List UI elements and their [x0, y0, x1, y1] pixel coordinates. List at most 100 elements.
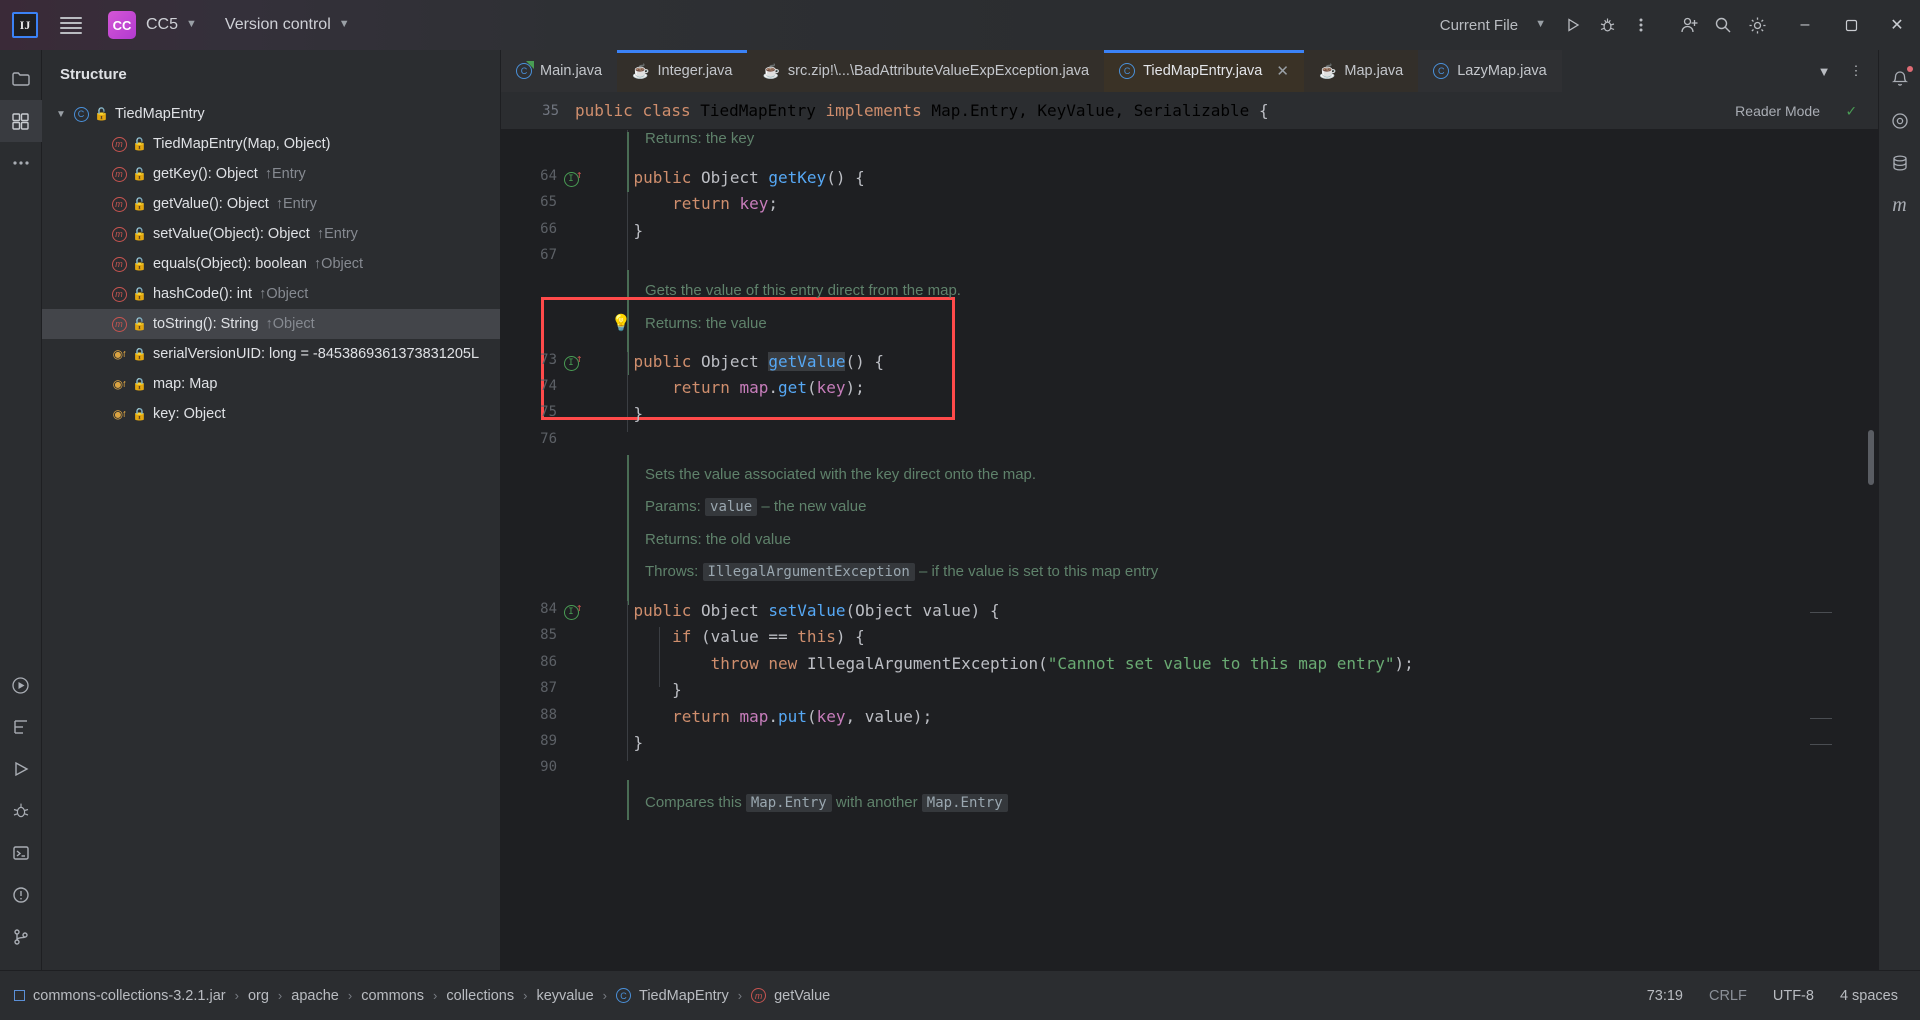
checkmark-icon[interactable]: ✓: [1846, 101, 1856, 120]
project-tool-icon[interactable]: [0, 58, 42, 100]
breadcrumb-item-0[interactable]: commons-collections-3.2.1.jar: [14, 988, 226, 1004]
database-icon[interactable]: [1879, 142, 1920, 184]
run-gutter-icon[interactable]: I ↑: [561, 601, 583, 621]
structure-outline-icon[interactable]: [0, 706, 42, 748]
lightbulb-intention-icon[interactable]: 💡: [611, 313, 631, 332]
javadoc-line: Compares this Map.Entry with another Map…: [645, 794, 1008, 812]
editor-tab-3[interactable]: C TiedMapEntry.java ✕: [1104, 50, 1304, 92]
structure-item-2[interactable]: m 🔓 getKey(): Object ↑Entry: [42, 159, 500, 189]
code-line: return map.put(key, value);: [672, 707, 933, 726]
code-line: }: [595, 733, 644, 752]
breadcrumb-separator: ›: [347, 988, 353, 1003]
sticky-code-text: public class TiedMapEntry implements Map…: [575, 101, 1269, 120]
method-icon: m: [108, 166, 130, 182]
structure-item-override: ↑Object: [265, 316, 315, 332]
sticky-line-number: 35: [542, 102, 559, 119]
settings-gear-icon[interactable]: [1740, 8, 1774, 42]
editor-tab-5[interactable]: C LazyMap.java: [1418, 50, 1562, 92]
method-icon: m: [108, 286, 130, 302]
breadcrumb-item-6[interactable]: C TiedMapEntry: [616, 988, 729, 1004]
breadcrumb-item-2[interactable]: apache: [291, 988, 339, 1004]
project-chevron-down-icon[interactable]: ▼: [186, 18, 197, 30]
more-tools-icon[interactable]: [0, 142, 42, 184]
editor-tab-0[interactable]: C Main.java: [501, 50, 618, 92]
structure-item-label: TiedMapEntry(Map, Object): [152, 136, 331, 152]
structure-item-10[interactable]: ◉ f 🔒 key: Object: [42, 399, 500, 429]
run-icon[interactable]: [1556, 8, 1590, 42]
line-number: 90: [540, 759, 557, 775]
more-vertical-icon[interactable]: ⋮: [1842, 57, 1870, 85]
breadcrumb-item-3[interactable]: commons: [361, 988, 424, 1004]
structure-item-0[interactable]: ▼ C 🔓 TiedMapEntry: [42, 99, 500, 129]
maximize-button[interactable]: [1828, 0, 1874, 50]
field-icon: ◉ f: [112, 347, 126, 361]
project-badge: CC: [108, 11, 136, 39]
more-vertical-icon[interactable]: [1624, 8, 1658, 42]
project-name-label[interactable]: CC5: [146, 16, 178, 34]
structure-item-3[interactable]: m 🔓 getValue(): Object ↑Entry: [42, 189, 500, 219]
account-add-icon[interactable]: [1672, 8, 1706, 42]
run-gutter-icon[interactable]: I ↑: [561, 168, 583, 188]
javadoc-code-token: Map.Entry: [745, 794, 832, 812]
line-number: 66: [540, 221, 557, 237]
close-button[interactable]: ✕: [1874, 0, 1920, 50]
run-config-chevron-down-icon[interactable]: ▼: [1535, 18, 1546, 30]
code-line: }: [595, 404, 644, 423]
structure-item-7[interactable]: m 🔓 toString(): String ↑Object: [42, 309, 500, 339]
file-encoding[interactable]: UTF-8: [1773, 988, 1814, 1004]
run-tool-icon[interactable]: [0, 664, 42, 706]
editor-tab-label: Main.java: [540, 63, 603, 79]
structure-item-label: TiedMapEntry: [114, 106, 205, 122]
code-editor[interactable]: Returns: the key 64 I ↑ public Object getKe…: [501, 130, 1878, 932]
structure-item-1[interactable]: m 🔓 TiedMapEntry(Map, Object): [42, 129, 500, 159]
terminal-icon[interactable]: [0, 832, 42, 874]
search-icon[interactable]: [1706, 8, 1740, 42]
editor-scrollbar[interactable]: [1868, 430, 1874, 485]
debug-tool-icon[interactable]: [0, 790, 42, 832]
vcs-chevron-down-icon[interactable]: ▼: [339, 18, 350, 30]
breadcrumb-item-1[interactable]: org: [248, 988, 269, 1004]
run-gutter-icon[interactable]: I ↑: [561, 352, 583, 372]
chevron-down-icon[interactable]: ▼: [1810, 57, 1838, 85]
version-control-menu[interactable]: Version control: [225, 16, 331, 34]
breadcrumb-item-4[interactable]: collections: [446, 988, 514, 1004]
intellij-logo-icon: IJ: [12, 12, 38, 38]
tab-close-icon[interactable]: ✕: [1276, 62, 1289, 80]
debug-icon[interactable]: [1590, 8, 1624, 42]
structure-item-5[interactable]: m 🔓 equals(Object): boolean ↑Object: [42, 249, 500, 279]
reader-mode-label[interactable]: Reader Mode: [1735, 103, 1820, 119]
line-separator[interactable]: CRLF: [1709, 988, 1747, 1004]
editor-tab-1[interactable]: ☕ Integer.java: [617, 50, 748, 92]
structure-item-6[interactable]: m 🔓 hashCode(): int ↑Object: [42, 279, 500, 309]
code-line: }: [595, 221, 644, 240]
breadcrumb-separator: ›: [523, 988, 528, 1003]
javadoc-label: Params:: [645, 498, 706, 515]
breadcrumb-item-7[interactable]: m getValue: [751, 988, 830, 1004]
breadcrumb-item-5[interactable]: keyvalue: [536, 988, 593, 1004]
indent-setting[interactable]: 4 spaces: [1840, 988, 1898, 1004]
lock-open-icon: 🔓: [132, 227, 147, 241]
main-menu-icon[interactable]: [60, 14, 82, 36]
notifications-icon[interactable]: [1879, 58, 1920, 100]
code-line: if (value == this) {: [672, 627, 865, 646]
git-icon[interactable]: [0, 916, 42, 958]
breadcrumb-separator: ›: [234, 988, 239, 1003]
editor-tab-4[interactable]: ☕ Map.java: [1303, 50, 1419, 92]
java-file-icon: ☕: [762, 62, 780, 79]
breadcrumb-label: apache: [291, 987, 339, 1004]
caret-position[interactable]: 73:19: [1647, 988, 1683, 1004]
structure-item-4[interactable]: m 🔓 setValue(Object): Object ↑Entry: [42, 219, 500, 249]
structure-tool-icon[interactable]: [0, 100, 42, 142]
run-configuration-selector[interactable]: Current File: [1431, 0, 1527, 50]
structure-item-label: key: Object: [152, 406, 226, 422]
ai-assistant-icon[interactable]: [1879, 100, 1920, 142]
maven-icon[interactable]: m: [1879, 184, 1920, 226]
problems-icon[interactable]: [0, 874, 42, 916]
chevron-down-icon[interactable]: ▼: [52, 109, 70, 120]
services-icon[interactable]: [0, 748, 42, 790]
structure-item-8[interactable]: ◉ f 🔒 serialVersionUID: long = -84538693613…: [42, 339, 500, 369]
editor-tab-2[interactable]: ☕ src.zip!\...\BadAttributeValueExpExcept…: [747, 50, 1105, 92]
minimize-button[interactable]: –: [1782, 0, 1828, 50]
breadcrumb-label: org: [247, 987, 269, 1004]
structure-item-9[interactable]: ◉ f 🔒 map: Map: [42, 369, 500, 399]
